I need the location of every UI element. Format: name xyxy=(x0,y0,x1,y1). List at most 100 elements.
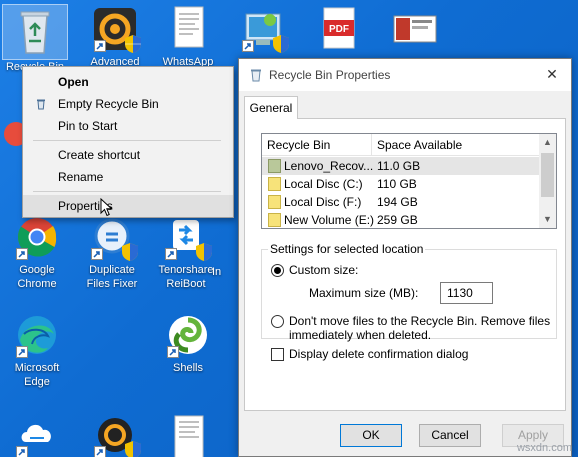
dialog-title: Recycle Bin Properties xyxy=(269,68,391,82)
space-cell: 110 GB xyxy=(377,177,417,191)
menu-item-empty-recycle-bin[interactable]: Empty Recycle Bin xyxy=(23,93,233,115)
drive-icon xyxy=(268,159,281,173)
desktop-icon-label: Shells xyxy=(173,362,203,374)
menu-separator xyxy=(33,140,221,141)
cancel-button[interactable]: Cancel xyxy=(419,424,481,447)
desktop-icon-advanced[interactable]: Advanced xyxy=(80,6,150,69)
list-row[interactable]: Local Disc (F:) 194 GB xyxy=(262,193,539,211)
shortcut-arrow-icon xyxy=(242,40,254,52)
list-header: Recycle Bin Location Space Available xyxy=(262,134,542,174)
shortcut-arrow-icon xyxy=(167,346,179,358)
scrollbar-thumb[interactable] xyxy=(541,153,554,197)
location-cell: Local Disc (C:) xyxy=(284,177,363,191)
menu-item-rename[interactable]: Rename xyxy=(23,166,233,188)
desktop-icon-cloud-app[interactable] xyxy=(2,412,72,457)
document-icon xyxy=(165,6,211,52)
list-scrollbar[interactable]: ▲ ▼ xyxy=(539,134,556,228)
space-cell: 259 GB xyxy=(377,213,418,227)
space-cell: 194 GB xyxy=(377,195,418,209)
ok-button[interactable]: OK xyxy=(340,424,402,447)
shortcut-arrow-icon xyxy=(16,248,28,260)
drive-icon xyxy=(268,195,281,209)
desktop-icon-google-chrome[interactable]: Google Chrome xyxy=(2,214,72,291)
desktop-icon-label: Tenorshare ReiBoot xyxy=(158,264,214,290)
mouse-cursor-icon xyxy=(100,198,113,217)
max-size-input[interactable] xyxy=(440,282,493,304)
shortcut-arrow-icon xyxy=(165,248,177,260)
list-row[interactable]: Local Disc (C:) 110 GB xyxy=(262,175,539,193)
close-icon[interactable]: ✕ xyxy=(541,63,563,85)
list-row[interactable]: New Volume (E:) 259 GB xyxy=(262,211,539,228)
menu-item-label: Rename xyxy=(58,170,104,184)
desktop-icon-screenshot-file[interactable] xyxy=(380,6,450,52)
drive-icon xyxy=(268,213,281,227)
uac-shield-icon xyxy=(125,441,141,457)
menu-item-create-shortcut[interactable]: Create shortcut xyxy=(23,144,233,166)
location-cell: New Volume (E:) xyxy=(284,213,375,227)
advanced-app-icon xyxy=(92,6,141,53)
menu-item-properties[interactable]: Properties xyxy=(23,195,233,217)
menu-item-label: Open xyxy=(58,75,89,89)
tab-general[interactable]: General xyxy=(244,96,298,119)
tool-app-icon xyxy=(92,412,141,457)
shells-icon xyxy=(165,312,211,358)
shortcut-arrow-icon xyxy=(16,346,28,358)
watermark: wsxdn.com xyxy=(516,442,572,454)
edge-icon xyxy=(14,312,60,358)
uac-shield-icon xyxy=(196,243,212,261)
dialog-titlebar[interactable]: Recycle Bin Properties ✕ xyxy=(239,59,571,91)
settings-groupbox: Settings for selected location Custom si… xyxy=(261,242,557,342)
custom-size-radio[interactable] xyxy=(271,264,284,277)
desktop-icon-pdf[interactable]: PDF xyxy=(304,6,374,52)
desktop-icon-shells[interactable]: Shells xyxy=(153,312,223,375)
duplicate-files-fixer-icon xyxy=(89,214,138,261)
settings-group-title: Settings for selected location xyxy=(268,242,426,256)
scroll-down-icon[interactable]: ▼ xyxy=(539,211,556,228)
desktop-icon-duplicate-files-fixer[interactable]: Duplicate Files Fixer xyxy=(77,214,147,291)
desktop-icon-label: Duplicate Files Fixer xyxy=(86,264,138,290)
image-file-icon xyxy=(392,6,438,52)
control-panel-icon xyxy=(240,6,289,53)
menu-item-label: Create shortcut xyxy=(58,148,141,162)
menu-item-label: Empty Recycle Bin xyxy=(58,97,159,111)
list-row[interactable]: Lenovo_Recov... 11.0 GB xyxy=(262,157,539,175)
column-header-location[interactable]: Recycle Bin Location xyxy=(262,134,372,174)
desktop-icon-tenorshare-reiboot[interactable]: Tenorshare ReiBoot xyxy=(151,214,221,291)
shortcut-arrow-icon xyxy=(91,248,103,260)
context-menu: Open Empty Recycle Bin Pin to Start Crea… xyxy=(22,66,234,218)
desktop-icon-control-panel[interactable] xyxy=(228,6,298,53)
pdf-file-icon: PDF xyxy=(316,6,362,52)
delete-confirmation-label: Display delete confirmation dialog xyxy=(289,347,469,361)
desktop-icon-label: Microsoft Edge xyxy=(14,362,60,388)
desktop-icon-document-2[interactable] xyxy=(153,412,223,457)
menu-separator xyxy=(33,191,221,192)
custom-size-label: Custom size: xyxy=(289,263,359,277)
desktop-icon-microsoft-edge[interactable]: Microsoft Edge xyxy=(2,312,72,389)
desktop-icon-label: Google Chrome xyxy=(17,264,57,290)
column-header-space[interactable]: Space Available xyxy=(372,134,542,156)
recycle-bin-icon xyxy=(251,69,261,82)
reiboot-icon xyxy=(163,214,212,261)
recycle-bin-icon xyxy=(2,4,68,60)
drive-icon xyxy=(268,177,281,191)
dont-move-radio[interactable] xyxy=(271,315,284,328)
desktop-icon-tool-app[interactable] xyxy=(80,412,150,457)
general-tab-panel: Recycle Bin Location Space Available Len… xyxy=(244,118,566,411)
menu-item-open[interactable]: Open xyxy=(23,71,233,93)
shortcut-arrow-icon xyxy=(16,446,28,457)
menu-item-label: Pin to Start xyxy=(58,119,118,133)
uac-shield-icon xyxy=(122,243,138,261)
recycle-bin-icon xyxy=(37,99,45,110)
delete-confirmation-checkbox[interactable] xyxy=(271,348,284,361)
shortcut-arrow-icon xyxy=(94,446,106,457)
location-cell: Lenovo_Recov... xyxy=(284,159,374,173)
desktop-icon-whatsapp[interactable]: WhatsApp xyxy=(153,6,223,69)
document-icon xyxy=(165,412,211,457)
pdf-label: PDF xyxy=(329,24,349,35)
menu-item-pin-to-start[interactable]: Pin to Start xyxy=(23,115,233,137)
uac-shield-icon xyxy=(125,35,141,53)
scroll-up-icon[interactable]: ▲ xyxy=(539,134,556,151)
chrome-icon xyxy=(14,214,60,260)
desktop-icon-recycle-bin[interactable]: Recycle Bin xyxy=(0,4,70,74)
recycle-bin-location-list[interactable]: Recycle Bin Location Space Available Len… xyxy=(261,133,557,229)
